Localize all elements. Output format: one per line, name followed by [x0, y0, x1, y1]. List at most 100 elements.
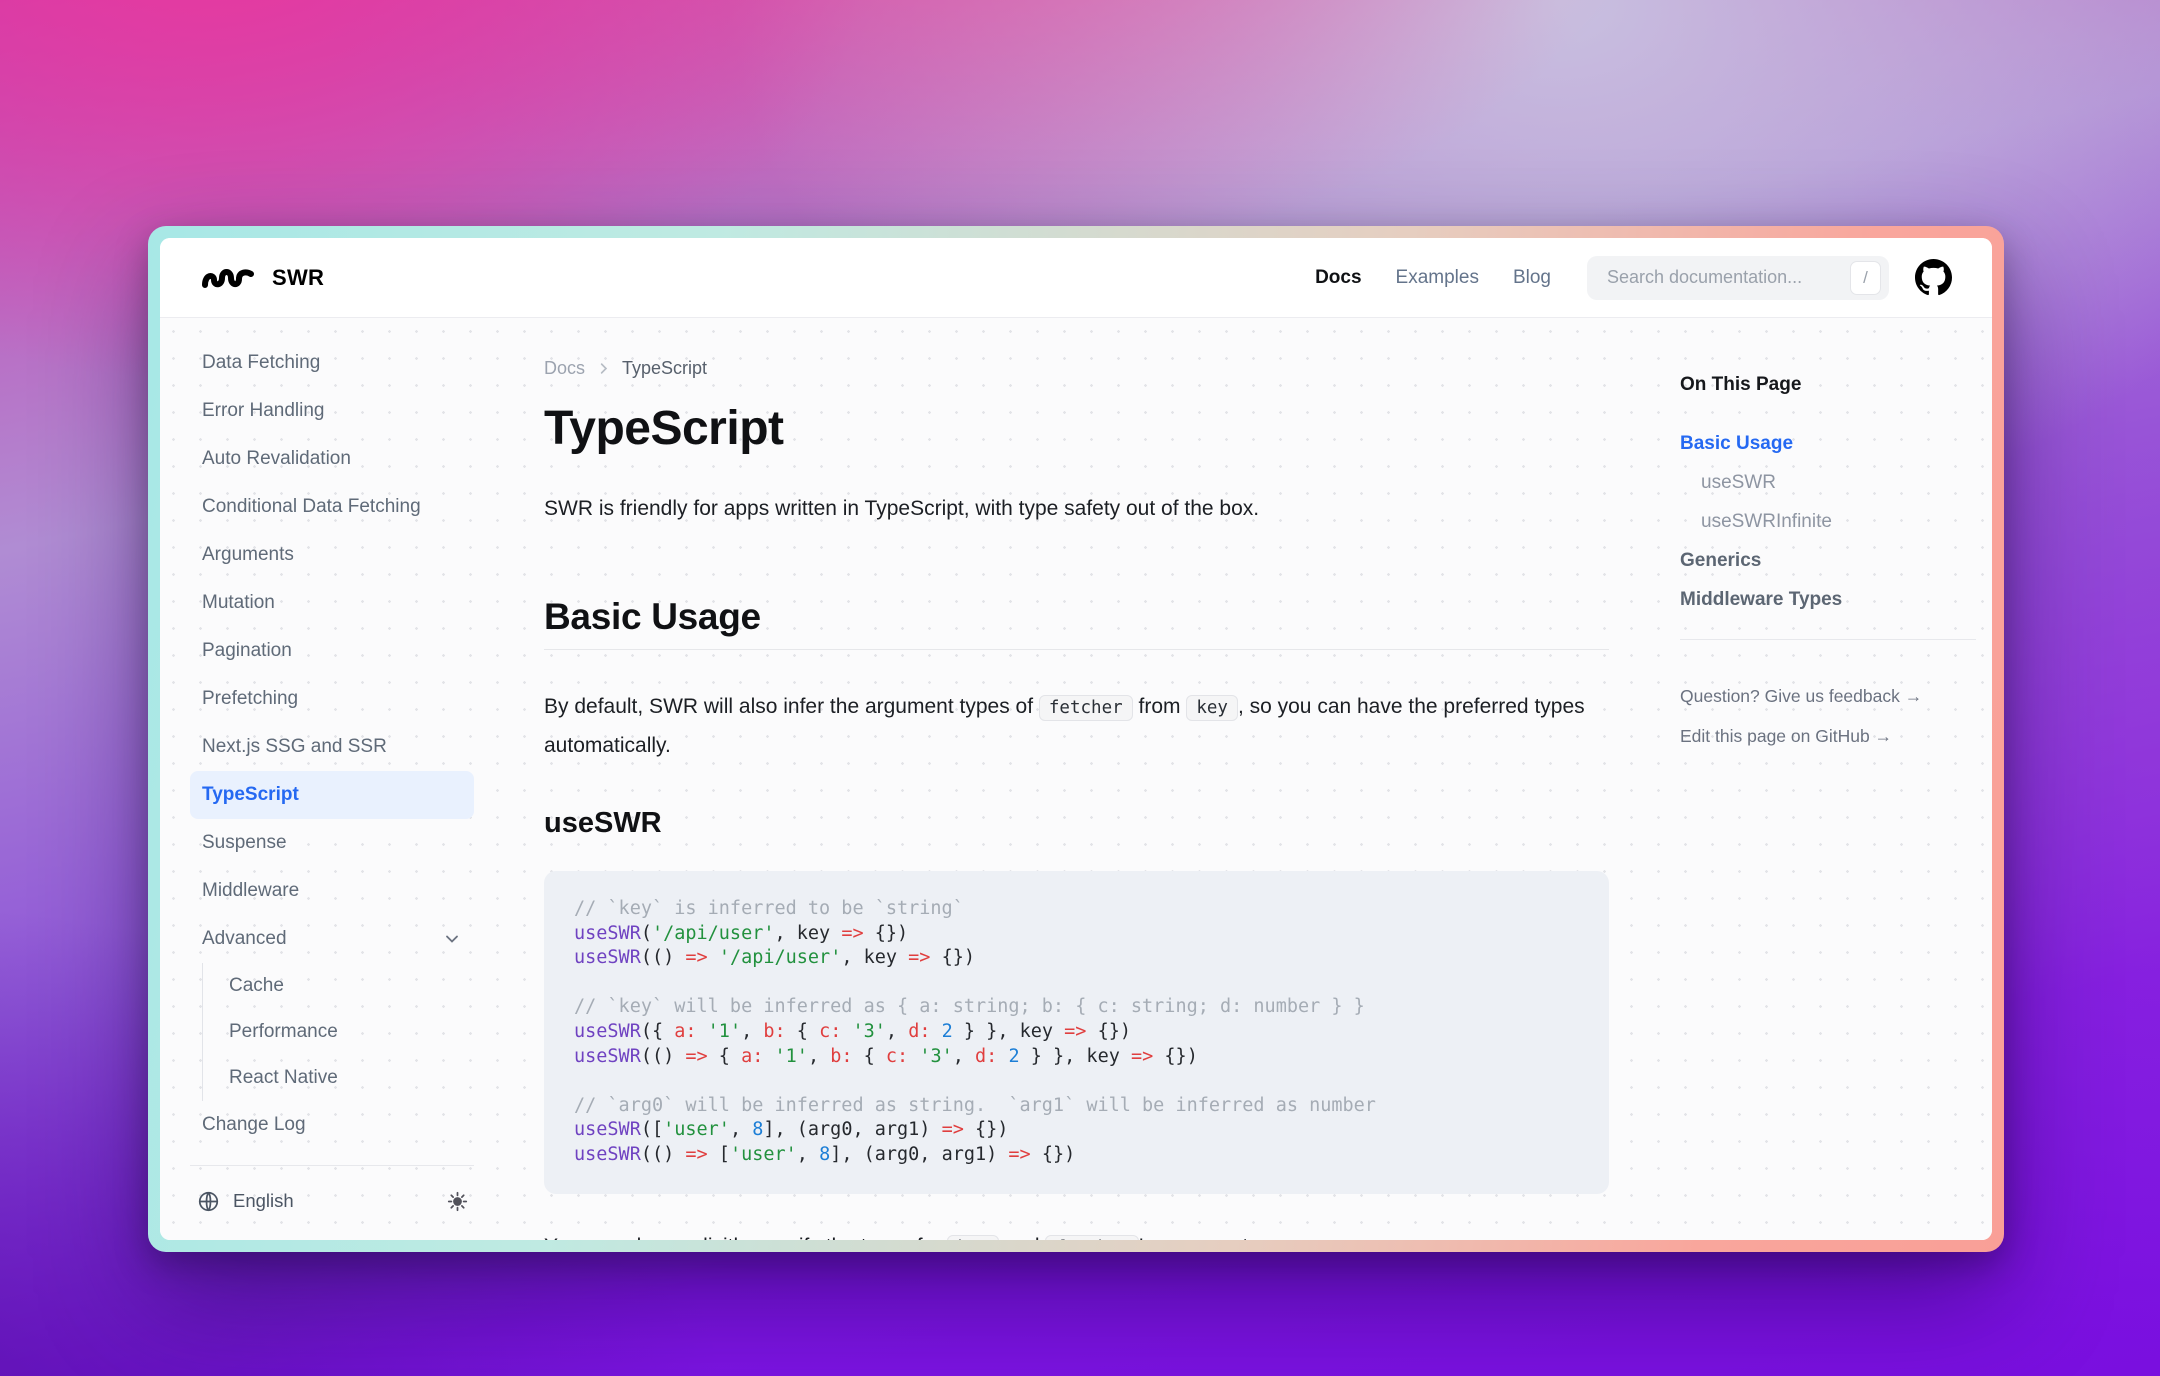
code-token	[697, 1021, 708, 1042]
code-token: =>	[1131, 1046, 1153, 1067]
code-line: useSWR(['user', 8], (arg0, arg1) => {})	[574, 1118, 1579, 1143]
toc-divider	[1680, 639, 1976, 640]
sidebar-item-label: Error Handling	[202, 400, 325, 422]
code-token: =>	[942, 1119, 964, 1140]
code-token: =>	[1064, 1021, 1086, 1042]
code-line: useSWR({ a: '1', b: { c: '3', d: 2 } }, …	[574, 1020, 1579, 1045]
code-token: // `key` is inferred to be `string`	[574, 898, 964, 919]
section-heading-basic-usage: Basic Usage	[544, 595, 1609, 650]
code-token: a:	[741, 1046, 763, 1067]
code-token: c:	[819, 1021, 841, 1042]
sidebar-item-typescript[interactable]: TypeScript	[190, 771, 474, 819]
sidebar-item-auto-revalidation[interactable]: Auto Revalidation	[190, 435, 474, 483]
sidebar-item-conditional-data-fetching[interactable]: Conditional Data Fetching	[190, 483, 474, 531]
code-token: (	[641, 923, 652, 944]
code-token: , key	[841, 947, 908, 968]
code-token: useSWR	[574, 1119, 641, 1140]
code-token: useSWR	[574, 947, 641, 968]
theme-toggle-button[interactable]	[447, 1191, 468, 1212]
sidebar-item-prefetching[interactable]: Prefetching	[190, 675, 474, 723]
site-header: SWR Docs Examples Blog Search documentatio…	[160, 238, 1992, 318]
code-token: // `key` will be inferred as { a: string…	[574, 996, 1365, 1017]
code-token: (()	[641, 947, 686, 968]
toc-item-useswr[interactable]: useSWR	[1680, 463, 1976, 502]
sidebar-item-performance[interactable]: Performance	[203, 1009, 474, 1055]
sidebar-item-label: Middleware	[202, 880, 299, 902]
subheading-useswr: useSWR	[544, 805, 1609, 841]
code-token: =>	[908, 947, 930, 968]
toc-item-useswrinfinite[interactable]: useSWRInfinite	[1680, 502, 1976, 541]
sidebar-item-label: Next.js SSG and SSR	[202, 736, 387, 758]
code-token: =>	[1008, 1144, 1030, 1165]
nav-link-examples[interactable]: Examples	[1396, 267, 1479, 289]
sidebar-item-label: TypeScript	[202, 784, 299, 806]
inline-code: fetcher	[1039, 695, 1133, 721]
code-token: } }, key	[953, 1021, 1064, 1042]
chevron-down-icon	[442, 929, 462, 949]
code-token: {})	[930, 947, 975, 968]
sidebar-item-react-native[interactable]: React Native	[203, 1055, 474, 1101]
breadcrumb-current: TypeScript	[622, 358, 707, 379]
page-title: TypeScript	[544, 401, 1609, 457]
sidebar-item-label: Arguments	[202, 544, 294, 566]
toc-link-edit-this-page-on-github[interactable]: Edit this page on GitHub →	[1680, 726, 1976, 747]
sidebar-item-label: Pagination	[202, 640, 292, 662]
sidebar: Data Fetching Error Handling Auto Revalida…	[190, 339, 474, 1149]
code-token: '/api/user'	[719, 947, 842, 968]
code-token	[930, 1021, 941, 1042]
nav-link-blog[interactable]: Blog	[1513, 267, 1551, 289]
code-token: useSWR	[574, 1021, 641, 1042]
inline-code: fetcher	[1045, 1235, 1139, 1240]
github-link[interactable]	[1915, 259, 1952, 296]
sidebar-item-cache[interactable]: Cache	[203, 963, 474, 1009]
sidebar-sub-list: CachePerformanceReact Native	[202, 963, 474, 1101]
code-token: 8	[819, 1144, 830, 1165]
sidebar-item-pagination[interactable]: Pagination	[190, 627, 474, 675]
code-token: // `arg0` will be inferred as string. `a…	[574, 1095, 1376, 1116]
code-token	[997, 1046, 1008, 1067]
nav-link-docs[interactable]: Docs	[1315, 267, 1361, 289]
desktop: { "header": { "logo_text": "SWR", "nav":…	[0, 0, 2160, 1376]
swr-logo[interactable]: SWR	[200, 263, 324, 293]
code-token: '1'	[708, 1021, 741, 1042]
sidebar-item-mutation[interactable]: Mutation	[190, 579, 474, 627]
sidebar-item-label: Data Fetching	[202, 352, 320, 374]
code-token: (()	[641, 1144, 686, 1165]
breadcrumb-docs-link[interactable]: Docs	[544, 358, 585, 379]
code-token: (()	[641, 1046, 686, 1067]
code-token: =>	[685, 947, 707, 968]
toc-item-generics[interactable]: Generics	[1680, 541, 1976, 580]
sidebar-item-error-handling[interactable]: Error Handling	[190, 387, 474, 435]
code-token	[763, 1046, 774, 1067]
code-line: // `key` is inferred to be `string`	[574, 897, 1579, 922]
code-token	[841, 1021, 852, 1042]
sidebar-item-advanced[interactable]: Advanced	[190, 915, 474, 963]
chevron-right-icon	[596, 361, 611, 376]
toc-item-middleware-types[interactable]: Middleware Types	[1680, 580, 1976, 619]
code-token: '3'	[853, 1021, 886, 1042]
code-token: '/api/user'	[652, 923, 775, 944]
code-token: '3'	[919, 1046, 952, 1067]
code-token: a:	[674, 1021, 696, 1042]
sidebar-item-middleware[interactable]: Middleware	[190, 867, 474, 915]
code-token: =>	[685, 1046, 707, 1067]
sidebar-item-arguments[interactable]: Arguments	[190, 531, 474, 579]
toc-item-basic-usage[interactable]: Basic Usage	[1680, 424, 1976, 463]
inline-code: key	[947, 1235, 999, 1240]
code-token: useSWR	[574, 1144, 641, 1165]
code-line: useSWR('/api/user', key => {})	[574, 922, 1579, 947]
page-body: Data Fetching Error Handling Auto Revalida…	[160, 318, 1992, 1240]
language-selector[interactable]: English	[233, 1190, 294, 1212]
sidebar-item-change-log[interactable]: Change Log	[190, 1101, 474, 1149]
code-line	[574, 971, 1579, 996]
code-token: ,	[730, 1119, 752, 1140]
swr-wave-icon	[200, 263, 258, 293]
section-paragraph: By default, SWR will also infer the argu…	[544, 688, 1609, 765]
sidebar-item-next-js-ssg-and-ssr[interactable]: Next.js SSG and SSR	[190, 723, 474, 771]
toc-link-question-give-us-feedback[interactable]: Question? Give us feedback →	[1680, 686, 1976, 707]
code-token: useSWR	[574, 1046, 641, 1067]
code-token: {})	[1153, 1046, 1198, 1067]
sidebar-item-data-fetching[interactable]: Data Fetching	[190, 339, 474, 387]
search-input[interactable]: Search documentation... /	[1587, 256, 1889, 300]
sidebar-item-suspense[interactable]: Suspense	[190, 819, 474, 867]
